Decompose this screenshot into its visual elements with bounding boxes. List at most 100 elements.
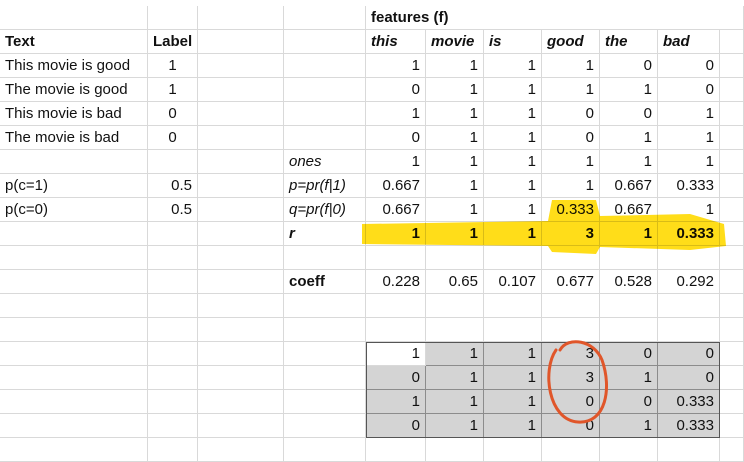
empty-cell[interactable] bbox=[720, 54, 744, 78]
feature-value-cell[interactable]: 1 bbox=[484, 102, 542, 126]
empty-cell[interactable] bbox=[284, 6, 366, 30]
empty-cell[interactable] bbox=[542, 246, 600, 270]
feature-name-header[interactable]: this bbox=[366, 30, 426, 54]
empty-cell[interactable] bbox=[426, 438, 484, 462]
p-value-cell[interactable]: 0.667 bbox=[600, 174, 658, 198]
empty-cell[interactable] bbox=[198, 294, 284, 318]
empty-cell[interactable] bbox=[542, 294, 600, 318]
empty-cell[interactable] bbox=[198, 438, 284, 462]
prior-c1-label[interactable]: p(c=1) bbox=[0, 174, 148, 198]
empty-cell[interactable] bbox=[284, 318, 366, 342]
weighted-value-cell[interactable]: 1 bbox=[426, 414, 484, 438]
spreadsheet-grid[interactable]: features (f) Text Label this movie is good the b… bbox=[0, 0, 744, 462]
p-value-cell[interactable]: 1 bbox=[542, 174, 600, 198]
weighted-value-cell[interactable]: 0 bbox=[542, 390, 600, 414]
prior-c1-value[interactable]: 0.5 bbox=[148, 174, 198, 198]
feature-value-cell[interactable]: 1 bbox=[484, 78, 542, 102]
feature-value-cell[interactable]: 1 bbox=[658, 126, 720, 150]
empty-cell[interactable] bbox=[366, 318, 426, 342]
weighted-value-cell[interactable]: 1 bbox=[366, 342, 426, 366]
feature-value-cell[interactable]: 1 bbox=[426, 126, 484, 150]
weighted-value-cell[interactable]: 0 bbox=[658, 366, 720, 390]
coeff-row-label[interactable]: coeff bbox=[284, 270, 366, 294]
empty-cell[interactable] bbox=[284, 78, 366, 102]
feature-value-cell[interactable]: 0 bbox=[600, 102, 658, 126]
weighted-value-cell[interactable]: 1 bbox=[600, 414, 658, 438]
empty-cell[interactable] bbox=[198, 78, 284, 102]
empty-cell[interactable] bbox=[148, 414, 198, 438]
empty-cell[interactable] bbox=[600, 318, 658, 342]
q-value-cell[interactable]: 0.333 bbox=[542, 198, 600, 222]
empty-cell[interactable] bbox=[198, 366, 284, 390]
empty-cell[interactable] bbox=[148, 438, 198, 462]
empty-cell[interactable] bbox=[198, 414, 284, 438]
weighted-value-cell[interactable]: 0 bbox=[366, 366, 426, 390]
empty-cell[interactable] bbox=[148, 390, 198, 414]
empty-cell[interactable] bbox=[720, 6, 744, 30]
empty-cell[interactable] bbox=[0, 6, 148, 30]
empty-cell[interactable] bbox=[658, 318, 720, 342]
r-value-cell[interactable]: 1 bbox=[366, 222, 426, 246]
feature-name-header[interactable]: is bbox=[484, 30, 542, 54]
empty-cell[interactable] bbox=[720, 390, 744, 414]
empty-cell[interactable] bbox=[198, 222, 284, 246]
empty-cell[interactable] bbox=[542, 318, 600, 342]
r-value-cell[interactable]: 1 bbox=[484, 222, 542, 246]
ones-value-cell[interactable]: 1 bbox=[426, 150, 484, 174]
coeff-value-cell[interactable]: 0.677 bbox=[542, 270, 600, 294]
empty-cell[interactable] bbox=[148, 270, 198, 294]
feature-value-cell[interactable]: 1 bbox=[426, 78, 484, 102]
empty-cell[interactable] bbox=[0, 270, 148, 294]
empty-cell[interactable] bbox=[720, 246, 744, 270]
weighted-value-cell[interactable]: 1 bbox=[366, 390, 426, 414]
empty-cell[interactable] bbox=[720, 318, 744, 342]
ones-value-cell[interactable]: 1 bbox=[484, 150, 542, 174]
q-value-cell[interactable]: 1 bbox=[658, 198, 720, 222]
empty-cell[interactable] bbox=[426, 318, 484, 342]
empty-cell[interactable] bbox=[198, 174, 284, 198]
empty-cell[interactable] bbox=[720, 126, 744, 150]
empty-cell[interactable] bbox=[658, 438, 720, 462]
empty-cell[interactable] bbox=[720, 102, 744, 126]
document-label-cell[interactable]: 0 bbox=[148, 126, 198, 150]
prior-c0-label[interactable]: p(c=0) bbox=[0, 198, 148, 222]
r-value-cell[interactable]: 1 bbox=[600, 222, 658, 246]
empty-cell[interactable] bbox=[284, 246, 366, 270]
weighted-value-cell[interactable]: 1 bbox=[600, 366, 658, 390]
weighted-value-cell[interactable]: 1 bbox=[426, 366, 484, 390]
empty-cell[interactable] bbox=[542, 438, 600, 462]
empty-cell[interactable] bbox=[0, 342, 148, 366]
feature-value-cell[interactable]: 1 bbox=[600, 78, 658, 102]
document-text-cell[interactable]: The movie is bad bbox=[0, 126, 148, 150]
r-value-cell[interactable]: 0.333 bbox=[658, 222, 720, 246]
feature-name-header[interactable]: bad bbox=[658, 30, 720, 54]
empty-cell[interactable] bbox=[720, 78, 744, 102]
empty-cell[interactable] bbox=[198, 54, 284, 78]
feature-value-cell[interactable]: 1 bbox=[366, 54, 426, 78]
empty-cell[interactable] bbox=[720, 150, 744, 174]
empty-cell[interactable] bbox=[658, 246, 720, 270]
feature-value-cell[interactable]: 1 bbox=[484, 54, 542, 78]
empty-cell[interactable] bbox=[198, 318, 284, 342]
empty-cell[interactable] bbox=[284, 126, 366, 150]
empty-cell[interactable] bbox=[658, 294, 720, 318]
weighted-value-cell[interactable]: 3 bbox=[542, 342, 600, 366]
r-value-cell[interactable]: 1 bbox=[426, 222, 484, 246]
empty-cell[interactable] bbox=[198, 150, 284, 174]
r-value-cell[interactable]: 3 bbox=[542, 222, 600, 246]
q-row-label[interactable]: q=pr(f|0) bbox=[284, 198, 366, 222]
coeff-value-cell[interactable]: 0.107 bbox=[484, 270, 542, 294]
weighted-value-cell[interactable]: 1 bbox=[484, 390, 542, 414]
document-label-cell[interactable]: 1 bbox=[148, 54, 198, 78]
empty-cell[interactable] bbox=[284, 294, 366, 318]
empty-cell[interactable] bbox=[720, 30, 744, 54]
feature-value-cell[interactable]: 0 bbox=[542, 126, 600, 150]
p-row-label[interactable]: p=pr(f|1) bbox=[284, 174, 366, 198]
empty-cell[interactable] bbox=[720, 366, 744, 390]
empty-cell[interactable] bbox=[0, 246, 148, 270]
coeff-value-cell[interactable]: 0.528 bbox=[600, 270, 658, 294]
empty-cell[interactable] bbox=[426, 294, 484, 318]
feature-value-cell[interactable]: 1 bbox=[484, 126, 542, 150]
q-value-cell[interactable]: 1 bbox=[426, 198, 484, 222]
feature-value-cell[interactable]: 1 bbox=[600, 126, 658, 150]
